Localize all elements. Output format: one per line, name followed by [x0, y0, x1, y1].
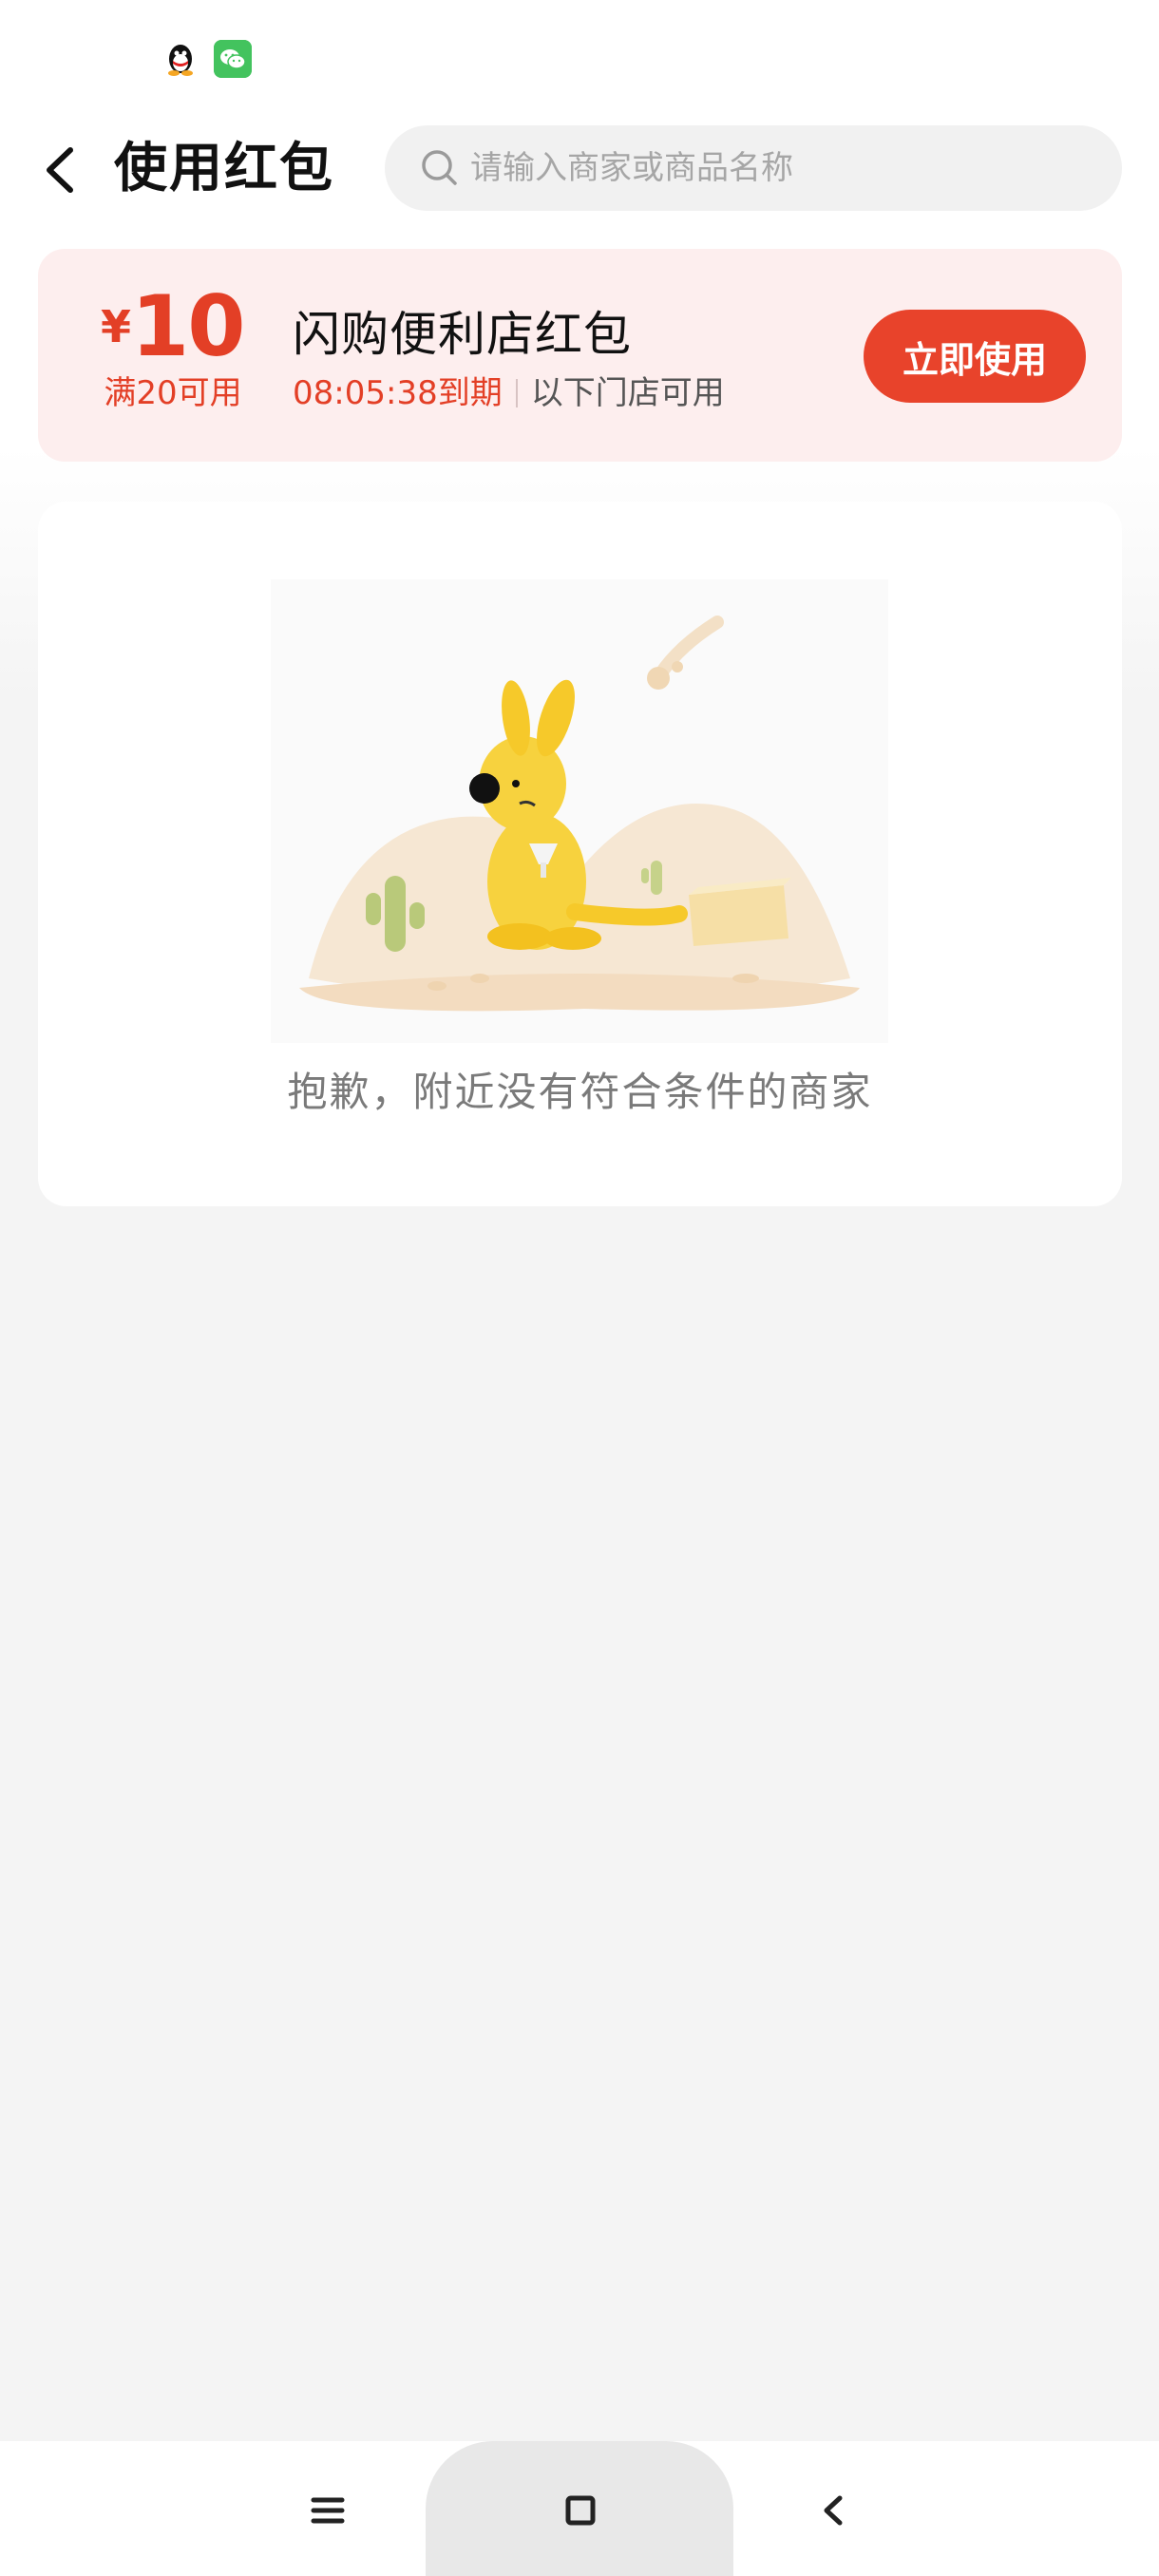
page-title: 使用红包	[114, 138, 334, 199]
menu-icon[interactable]	[294, 2477, 361, 2544]
back-arrow-icon[interactable]	[28, 137, 95, 203]
search-input[interactable]	[470, 125, 1097, 211]
system-nav-bar	[0, 2441, 1159, 2576]
page: 使用红包 ¥10 满20可用 闪购便利店红包 08:05:38到期以下门店可用 …	[0, 0, 1159, 2576]
coupon-card: ¥10 满20可用 闪购便利店红包 08:05:38到期 以下门店可用 立即使用	[38, 249, 1122, 462]
empty-message: 抱歉，附近没有符合条件的商家	[287, 1069, 873, 1115]
coupon-scope: 以下门店可用	[530, 374, 725, 412]
divider	[515, 379, 518, 407]
coupon-subtitle: 08:05:38到期 以下门店可用	[293, 367, 725, 413]
empty-state-card: 抱歉，附近没有符合条件的商家	[38, 502, 1122, 1206]
nav-back-icon[interactable]	[800, 2477, 866, 2544]
search-bar[interactable]	[385, 125, 1122, 211]
home-square-icon[interactable]	[547, 2477, 614, 2544]
amount-value: 10	[131, 277, 245, 375]
coupon-condition: 满20可用	[104, 374, 242, 412]
coupon-amount: ¥10	[101, 277, 245, 375]
coupon-title: 闪购便利店红包	[293, 307, 632, 362]
use-now-button[interactable]: 立即使用	[864, 310, 1086, 403]
status-bar	[0, 0, 1159, 114]
wechat-icon	[214, 40, 252, 78]
coupon-expire-time: 08:05:38到期	[293, 374, 503, 412]
currency-symbol: ¥	[101, 301, 132, 352]
empty-state-illustration	[271, 579, 888, 1043]
header: 使用红包	[0, 114, 1159, 228]
search-icon	[422, 150, 457, 185]
qq-icon	[168, 45, 193, 76]
